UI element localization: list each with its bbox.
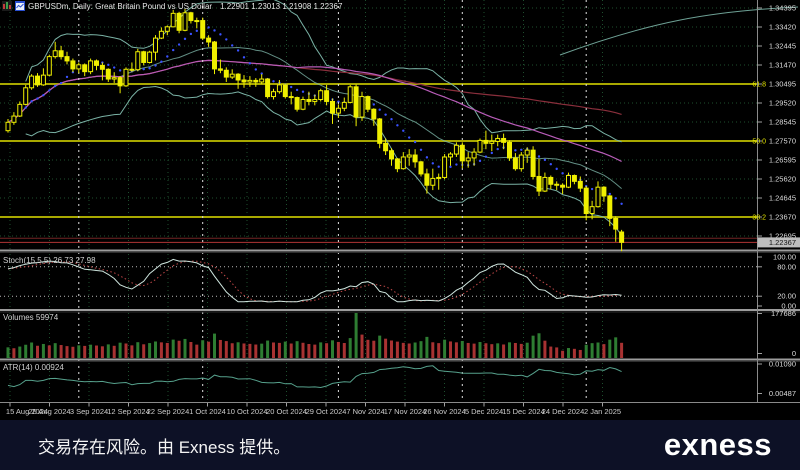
svg-text:1.32445: 1.32445: [769, 42, 796, 51]
svg-text:10 Oct 2024: 10 Oct 2024: [227, 407, 268, 416]
svg-text:7 Nov 2024: 7 Nov 2024: [346, 407, 384, 416]
svg-text:80.00: 80.00: [777, 262, 796, 271]
volumes-label: Volumes 59974: [3, 313, 58, 322]
exness-banner: 交易存在风险。由 Exness 提供。 exness: [0, 420, 800, 470]
svg-text:25 Aug 2024: 25 Aug 2024: [28, 407, 70, 416]
risk-disclaimer: 交易存在风险。由 Exness 提供。: [38, 433, 290, 458]
svg-text:22 Sep 2024: 22 Sep 2024: [147, 407, 190, 416]
exness-logo: exness: [664, 427, 772, 463]
svg-text:20.00: 20.00: [777, 292, 796, 301]
svg-text:1.31470: 1.31470: [769, 61, 796, 70]
atr-label: ATR(14) 0.00924: [3, 363, 64, 372]
chart-titlebar: GBPUSDm, Daily: Great Britain Pound vs U…: [2, 1, 342, 11]
svg-text:1 Oct 2024: 1 Oct 2024: [189, 407, 226, 416]
svg-text:100.00: 100.00: [773, 253, 796, 262]
svg-text:1.34395: 1.34395: [769, 4, 796, 13]
svg-text:61.8: 61.8: [752, 82, 766, 89]
svg-text:1.28545: 1.28545: [769, 118, 796, 127]
svg-text:50.0: 50.0: [752, 139, 766, 146]
svg-text:24 Dec 2024: 24 Dec 2024: [542, 407, 585, 416]
svg-text:1.30495: 1.30495: [769, 80, 796, 89]
chart-window-icon: [15, 1, 25, 11]
svg-text:1.26595: 1.26595: [769, 156, 796, 165]
svg-text:17 Nov 2024: 17 Nov 2024: [384, 407, 427, 416]
mt4-chart-window: 1.34395 1.33420 1.32445 1.31470 1.3049561.8 1…: [0, 0, 800, 470]
stochastic-label: Stoch(15,5,5) 26.73 27.98: [3, 256, 96, 265]
svg-text:5 Dec 2024: 5 Dec 2024: [465, 407, 503, 416]
svg-text:29 Oct 2024: 29 Oct 2024: [306, 407, 347, 416]
svg-text:1.22367: 1.22367: [769, 238, 796, 247]
svg-text:38.2: 38.2: [752, 215, 766, 222]
svg-text:12 Sep 2024: 12 Sep 2024: [107, 407, 150, 416]
svg-text:1.23670: 1.23670: [769, 213, 796, 222]
chart-title: GBPUSDm, Daily: Great Britain Pound vs U…: [28, 2, 212, 11]
svg-text:1.25620: 1.25620: [769, 175, 796, 184]
svg-text:2 Jan 2025: 2 Jan 2025: [584, 407, 621, 416]
svg-text:177686: 177686: [771, 309, 796, 318]
svg-text:1.24645: 1.24645: [769, 194, 796, 203]
svg-text:20 Oct 2024: 20 Oct 2024: [266, 407, 307, 416]
svg-text:1.33420: 1.33420: [769, 23, 796, 32]
svg-text:3 Sep 2024: 3 Sep 2024: [70, 407, 108, 416]
chart-ohlc-values: 1.22901 1.23013 1.21908 1.22367: [220, 2, 342, 11]
price-chart[interactable]: 1.34395 1.33420 1.32445 1.31470 1.3049561.8 1…: [0, 0, 800, 420]
svg-text:1.29520: 1.29520: [769, 99, 796, 108]
svg-text:0.01090: 0.01090: [769, 360, 796, 369]
svg-text:26 Nov 2024: 26 Nov 2024: [423, 407, 466, 416]
svg-text:15 Dec 2024: 15 Dec 2024: [502, 407, 545, 416]
svg-text:0.00487: 0.00487: [769, 389, 796, 398]
svg-text:1.27570: 1.27570: [769, 137, 796, 146]
mt4-candles-icon: [2, 1, 12, 11]
svg-text:0: 0: [792, 349, 796, 358]
